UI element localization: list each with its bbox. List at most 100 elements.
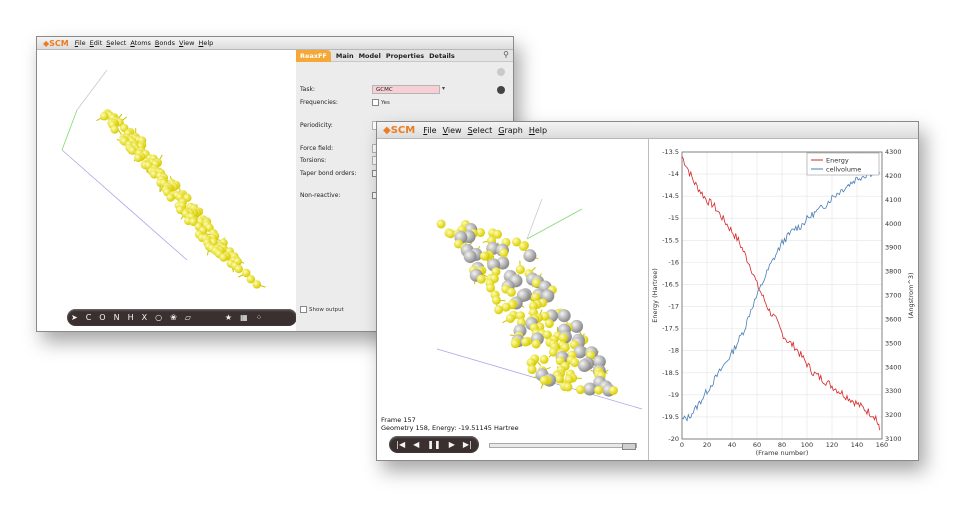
first-frame-icon[interactable]: |◀ [396,440,405,449]
atom-sulfur[interactable] [166,193,175,202]
grid-icon[interactable]: ▦ [240,313,248,322]
atom-sulfur[interactable] [505,313,515,323]
menu-bonds[interactable]: Bonds [155,39,175,47]
task-select[interactable]: GCMC [372,85,440,94]
atom-sulfur[interactable] [527,365,537,375]
chevron-down-icon[interactable]: ▾ [442,85,445,92]
atom-grey[interactable] [557,309,571,323]
frame-slider[interactable] [489,443,637,450]
atom-sulfur[interactable] [544,319,554,329]
menu-help[interactable]: Help [198,39,213,47]
tag-icon[interactable]: ▱ [185,313,191,322]
atom-sulfur[interactable] [521,337,531,347]
y-tick-label: -16.5 [662,280,679,288]
menu-file[interactable]: File [75,39,86,47]
menu-view[interactable]: View [443,126,462,135]
molecule-structure [436,198,643,410]
atom-sulfur[interactable] [494,305,504,315]
molecule-structure [61,69,266,289]
menu-help[interactable]: Help [529,126,547,135]
series-line-energy [681,156,880,431]
y-tick-label: -18 [668,347,679,355]
atom-sulfur[interactable] [476,274,486,284]
frequencies-checkbox[interactable]: Yes [372,99,390,106]
arrow-right-icon[interactable] [497,86,505,94]
pointer-icon[interactable]: ➤ [71,313,78,322]
x-tick-label: 100 [801,441,813,449]
atom-sulfur[interactable] [563,382,573,392]
y-tick-label: -17 [668,303,679,311]
atom-sulfur[interactable] [539,375,549,385]
star-icon[interactable]: ★ [225,313,232,322]
y2-tick-label: 3100 [885,435,902,443]
atom-sulfur[interactable] [558,333,568,343]
tab-properties[interactable]: Properties [386,52,424,60]
atom-c-button[interactable]: C [86,313,92,322]
atom-sulfur[interactable] [515,265,525,275]
atom-h-button[interactable]: H [128,313,134,322]
tab-main[interactable]: Main [336,52,354,60]
y2-tick-label: 3200 [885,411,902,419]
y-tick-label: -15 [668,214,679,222]
menu-file[interactable]: File [423,126,436,135]
atom-x-button[interactable]: X [142,313,147,322]
atom-sulfur[interactable] [594,385,604,395]
graph-panel: 0 20 40 60 80 100 120 140 160 -13.5 -14 -14.5 -15 -15… [648,139,918,460]
atom-grey[interactable] [463,250,477,264]
menu-select[interactable]: Select [468,126,493,135]
menu-graph[interactable]: Graph [498,126,523,135]
show-output-checkbox[interactable]: Show output [300,306,344,313]
tab-model[interactable]: Model [359,52,381,60]
geometry-label: Geometry 158, Energy: -19.51145 Hartree [381,424,519,432]
atom-grey[interactable] [577,359,591,373]
next-frame-icon[interactable]: ▶ [449,440,455,449]
apps-icon[interactable]: ⁘ [256,313,263,322]
movie-viewport[interactable] [377,139,647,435]
atom-n-button[interactable]: N [114,313,120,322]
frequencies-label: Frequencies: [300,99,338,106]
tab-details[interactable]: Details [429,52,455,60]
menu-select[interactable]: Select [106,39,126,47]
atom-sulfur[interactable] [570,358,580,368]
atom-sulfur[interactable] [219,253,228,262]
task-label: Task: [300,86,315,93]
atom-sulfur[interactable] [110,125,119,134]
frame-slider-thumb[interactable] [622,443,636,450]
menu-edit[interactable]: Edit [90,39,103,47]
menu-view[interactable]: View [179,39,194,47]
atom-sulfur[interactable] [134,153,143,163]
scm-logo: ◆ SCM [383,124,416,136]
atom-sulfur[interactable] [100,112,109,121]
atom-sulfur[interactable] [518,242,528,252]
atom-sulfur[interactable] [608,385,618,395]
prev-frame-icon[interactable]: ◀ [413,440,419,449]
pause-icon[interactable]: ❚❚ [427,440,440,449]
atom-sulfur[interactable] [491,295,501,305]
atom-sulfur[interactable] [531,339,541,349]
atom-sulfur[interactable] [510,339,520,349]
molecule-viewport[interactable] [37,50,295,306]
atom-sulfur[interactable] [539,354,549,364]
settings-toggle-icon[interactable] [497,68,505,76]
atom-sulfur[interactable] [506,287,516,297]
menu-atoms[interactable]: Atoms [130,39,151,47]
y-tick-label: -13.5 [662,148,679,156]
atom-o-button[interactable]: O [99,313,105,322]
structures-icon[interactable]: ❀ [170,313,177,322]
y2-tick-label: 4300 [885,148,902,156]
atom-sulfur[interactable] [436,219,446,229]
tab-reaxff[interactable]: ReaxFF [296,49,331,62]
search-icon[interactable]: ⚲ [503,50,509,59]
atom-sulfur[interactable] [479,251,489,261]
atom-sulfur[interactable] [252,280,262,289]
atom-sulfur[interactable] [554,374,564,384]
atom-sulfur[interactable] [575,385,585,395]
atom-sulfur[interactable] [234,264,243,274]
last-frame-icon[interactable]: ▶| [463,440,472,449]
atom-sulfur[interactable] [499,248,509,258]
energy-volume-chart: 0 20 40 60 80 100 120 140 160-13.5-14-14.5-15-15… [651,148,915,457]
y-tick-label: -19.5 [662,413,679,421]
y2-tick-label: 4100 [885,196,902,204]
atom-grey[interactable] [523,249,537,263]
ring-icon[interactable]: ○ [155,313,162,322]
